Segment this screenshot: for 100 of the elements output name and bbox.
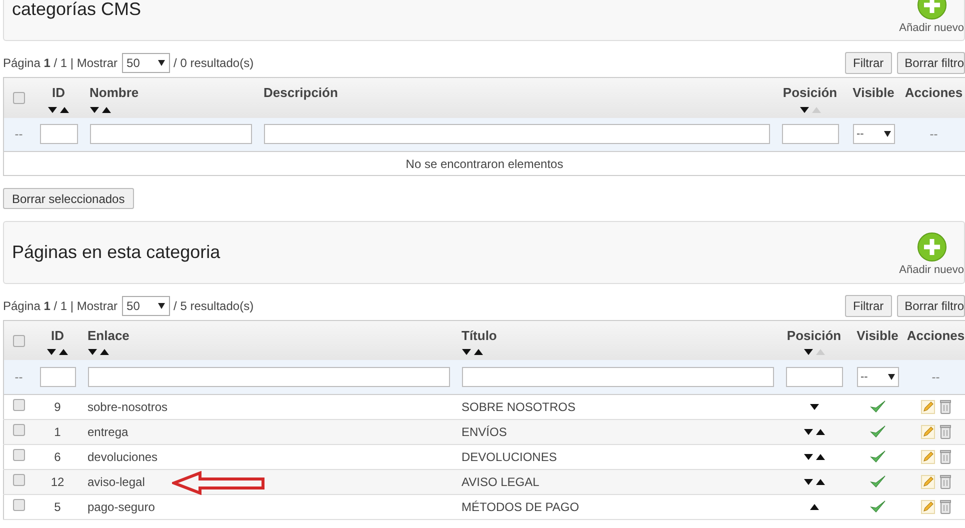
column-header: Posición (786, 326, 842, 344)
table-cell: sobre-nosotros (88, 400, 168, 414)
sort-down-icon[interactable] (88, 349, 96, 355)
column-header: Acciones (906, 326, 965, 344)
check-icon[interactable] (870, 425, 886, 438)
column-header: Acciones (904, 84, 963, 102)
visible-filter-select[interactable]: -- (852, 124, 894, 144)
checkbox[interactable] (12, 398, 25, 410)
check-icon[interactable] (870, 450, 886, 463)
filter-button[interactable]: Filtrar (844, 52, 892, 74)
table-cell: 1 (54, 424, 61, 438)
table-cell: 6 (54, 450, 61, 464)
sort-down-icon[interactable] (804, 478, 812, 484)
sort-up-icon[interactable] (816, 478, 824, 484)
column-header: Nombre (90, 84, 139, 102)
filter-field[interactable] (782, 124, 838, 144)
trash-icon[interactable] (940, 450, 951, 464)
sort-up-icon[interactable] (102, 106, 110, 112)
empty-message: No se encontraron elementos (406, 156, 564, 170)
table-cell: 5 (54, 500, 61, 514)
sort-down-icon[interactable] (804, 428, 812, 434)
panel-title: Páginas en esta categoria (12, 240, 220, 264)
table-cell: AVISO LEGAL (462, 474, 540, 488)
delete-selected-button[interactable]: Borrar seleccionados (3, 188, 134, 209)
sort-down-icon[interactable] (462, 349, 470, 355)
add-new-button[interactable]: Añadir nuevo (899, 0, 964, 36)
per-page-select[interactable]: 50 (122, 53, 170, 73)
sort-up-icon[interactable] (100, 349, 108, 355)
column-header: Enlace (88, 326, 130, 344)
pencil-icon[interactable] (920, 400, 935, 414)
caret-icon[interactable] (884, 131, 890, 138)
sort-down-icon[interactable] (800, 106, 808, 112)
sort-up-icon[interactable] (810, 504, 818, 510)
add-new-button[interactable]: Añadir nuevo (899, 232, 964, 278)
checkbox[interactable] (12, 448, 25, 460)
dash-text: -- (14, 370, 23, 384)
table-cell: pago-seguro (88, 500, 155, 514)
filter-field[interactable] (786, 366, 842, 387)
visible-filter-select[interactable]: -- (856, 366, 898, 387)
table-cell: MÉTODOS DE PAGO (462, 500, 580, 514)
trash-icon[interactable] (940, 424, 951, 438)
dash-text: -- (930, 127, 938, 142)
filter-field[interactable] (40, 366, 76, 387)
table-cell: aviso-legal (88, 474, 145, 488)
column-header: ID (51, 326, 64, 344)
column-header: Título (462, 326, 497, 344)
sort-down-icon[interactable] (804, 454, 812, 460)
filter-field[interactable] (462, 366, 774, 387)
sort-down-icon[interactable] (48, 106, 57, 112)
dash-text: -- (14, 127, 23, 142)
per-page-select[interactable]: 50 (122, 296, 170, 316)
caret-icon[interactable] (158, 302, 165, 308)
table-cell: devoluciones (88, 450, 158, 464)
sort-down-icon[interactable] (804, 349, 812, 355)
plus-icon[interactable] (916, 232, 947, 262)
reset-filter-button[interactable]: Borrar filtro (896, 52, 965, 74)
filter-field[interactable] (40, 124, 78, 144)
sort-up-icon[interactable] (816, 454, 824, 460)
pencil-icon[interactable] (920, 450, 935, 464)
dash-text: -- (932, 370, 940, 384)
checkbox[interactable] (12, 92, 25, 104)
pencil-icon[interactable] (920, 474, 935, 488)
check-icon[interactable] (870, 400, 886, 413)
trash-icon[interactable] (940, 474, 951, 488)
sort-up-icon[interactable] (816, 428, 824, 434)
results-count: / 0 resultado(s) (174, 55, 254, 72)
checkbox[interactable] (12, 474, 25, 486)
checkbox[interactable] (12, 498, 25, 510)
column-header: Posición (782, 84, 838, 102)
filter-field[interactable] (264, 124, 770, 144)
filter-field[interactable] (90, 124, 252, 144)
panel-title: categorías CMS (12, 0, 142, 21)
pencil-icon[interactable] (920, 424, 935, 438)
caret-icon[interactable] (888, 374, 894, 380)
pagination-text: Página 1 / 1 | Mostrar (3, 298, 118, 314)
check-icon[interactable] (870, 475, 886, 488)
checkbox[interactable] (12, 334, 25, 346)
table-cell: 9 (54, 400, 61, 414)
sort-up-icon[interactable] (474, 349, 482, 355)
table-cell: SOBRE NOSOTROS (462, 400, 576, 414)
column-header: Visible (856, 326, 898, 344)
check-icon[interactable] (870, 500, 886, 513)
trash-icon[interactable] (940, 500, 951, 514)
filter-button[interactable]: Filtrar (844, 294, 892, 316)
table-cell: DEVOLUCIONES (462, 450, 557, 464)
sort-up-icon[interactable] (59, 349, 68, 355)
table-cell: ENVÍOS (462, 424, 507, 438)
sort-down-icon[interactable] (90, 106, 98, 112)
caret-icon[interactable] (158, 60, 165, 66)
checkbox[interactable] (12, 424, 25, 436)
column-header: Visible (852, 84, 894, 102)
reset-filter-button[interactable]: Borrar filtro (896, 294, 965, 316)
sort-down-icon[interactable] (47, 349, 56, 355)
filter-field[interactable] (88, 366, 450, 387)
sort-up-icon[interactable] (60, 106, 69, 112)
trash-icon[interactable] (940, 400, 951, 414)
pencil-icon[interactable] (920, 500, 935, 514)
pagination-text: Página 1 / 1 | Mostrar (3, 55, 118, 72)
sort-down-icon[interactable] (810, 404, 818, 410)
table-cell: entrega (88, 424, 128, 438)
